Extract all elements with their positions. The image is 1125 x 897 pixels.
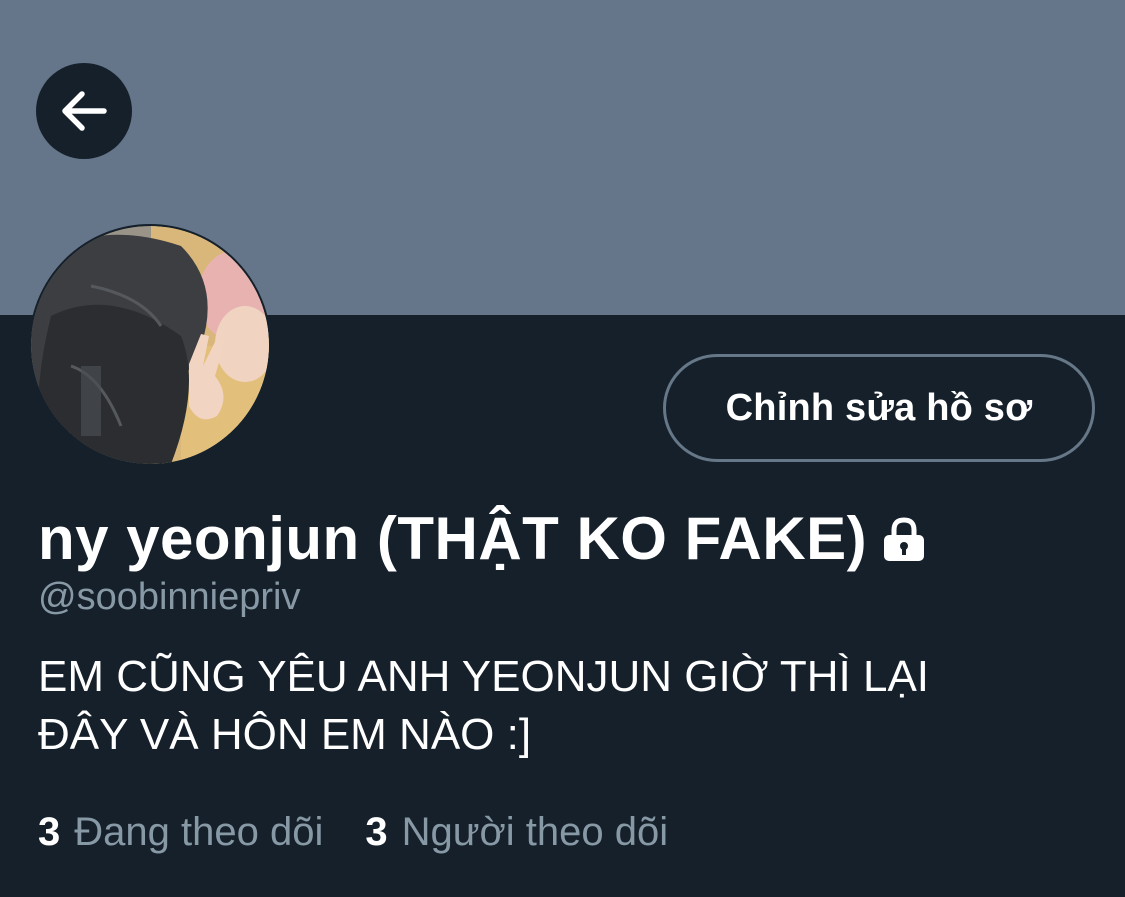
following-count: 3 <box>38 810 61 854</box>
followers-count: 3 <box>365 810 388 854</box>
back-button[interactable] <box>36 63 132 159</box>
follow-stats: 3 Đang theo dõi 3 Người theo dõi <box>38 810 668 855</box>
followers-stat[interactable]: 3 Người theo dõi <box>365 810 668 855</box>
display-name-row: ny yeonjun (THẬT KO FAKE) <box>38 504 927 573</box>
profile-photo <box>31 226 269 464</box>
edit-profile-button[interactable]: Chỉnh sửa hồ sơ <box>663 354 1095 462</box>
bio-line: EM CŨNG YÊU ANH YEONJUN GIỜ THÌ LẠI <box>38 652 930 701</box>
following-label: Đang theo dõi <box>74 810 324 854</box>
bio-line: ĐÂY VÀ HÔN EM NÀO :] <box>38 710 532 759</box>
edit-profile-label: Chỉnh sửa hồ sơ <box>725 386 1033 429</box>
display-name: ny yeonjun (THẬT KO FAKE) <box>38 505 868 572</box>
avatar[interactable] <box>29 224 271 466</box>
arrow-left-icon <box>62 91 107 131</box>
profile-handle: @soobinniepriv <box>38 576 301 618</box>
followers-label: Người theo dõi <box>401 810 669 854</box>
lock-icon <box>881 517 927 566</box>
profile-bio: EM CŨNG YÊU ANH YEONJUN GIỜ THÌ LẠI ĐÂY … <box>38 648 1078 764</box>
following-stat[interactable]: 3 Đang theo dõi <box>38 810 323 855</box>
